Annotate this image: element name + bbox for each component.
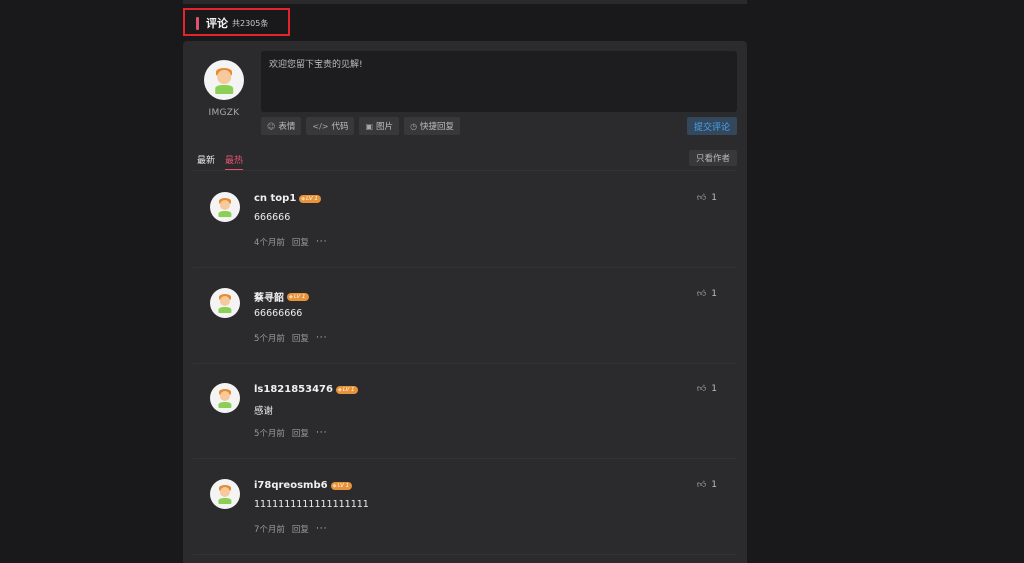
avatar[interactable] bbox=[210, 288, 240, 318]
more-icon[interactable]: ··· bbox=[316, 333, 328, 343]
image-icon: ▣ bbox=[365, 121, 374, 131]
emoji-label: 表情 bbox=[278, 122, 296, 132]
avatar[interactable] bbox=[210, 192, 240, 222]
like-button[interactable]: 👍︎ 1 bbox=[697, 193, 717, 203]
comment-input-placeholder: 欢迎您留下宝贵的见解! bbox=[269, 60, 363, 70]
image-label: 图片 bbox=[376, 122, 394, 132]
comment-item: 蔡寻韶 ◆ LV 1 66666666 5个月前 回复 ··· 👍︎ 1 bbox=[193, 267, 737, 362]
submit-comment-button[interactable]: 提交评论 bbox=[686, 117, 737, 135]
code-icon: </> bbox=[312, 121, 329, 131]
code-label: 代码 bbox=[331, 122, 349, 132]
like-count: 1 bbox=[711, 384, 717, 394]
tab-latest[interactable]: 最新 bbox=[197, 153, 215, 170]
thumbs-up-icon: 👍︎ bbox=[696, 480, 707, 490]
more-icon[interactable]: ··· bbox=[316, 428, 328, 438]
comment-time: 5个月前 bbox=[254, 334, 285, 344]
thumbs-up-icon: 👍︎ bbox=[696, 384, 707, 394]
gem-icon: ◆ bbox=[289, 293, 293, 300]
level-badge: ◆ LV 1 bbox=[335, 385, 358, 394]
like-button[interactable]: 👍︎ 1 bbox=[697, 289, 717, 299]
code-button[interactable]: </> 代码 bbox=[306, 117, 355, 135]
comment-input[interactable]: 欢迎您留下宝贵的见解! bbox=[261, 51, 737, 112]
reply-button[interactable]: 回复 bbox=[292, 236, 309, 248]
emoji-button[interactable]: ☺ 表情 bbox=[261, 117, 302, 135]
more-icon[interactable]: ··· bbox=[316, 237, 328, 247]
more-icon[interactable]: ··· bbox=[316, 524, 328, 534]
like-button[interactable]: 👍︎ 1 bbox=[697, 480, 717, 490]
avatar[interactable] bbox=[210, 479, 240, 509]
current-user-name: IMGZK bbox=[208, 108, 240, 118]
thumbs-up-icon: 👍︎ bbox=[696, 193, 707, 203]
sort-tabs: 最新 最热 bbox=[197, 153, 244, 170]
previous-section-edge bbox=[183, 0, 747, 4]
divider bbox=[193, 554, 737, 555]
image-button[interactable]: ▣ 图片 bbox=[359, 117, 400, 135]
level-badge: ◆ LV 1 bbox=[287, 292, 309, 301]
avatar[interactable] bbox=[210, 383, 240, 413]
author-only-button[interactable]: 只看作者 bbox=[688, 150, 737, 166]
comment-text: 666666 bbox=[254, 212, 291, 223]
comment-text: 1111111111111111111 bbox=[254, 499, 369, 510]
level-badge: ◆ LV 1 bbox=[299, 194, 321, 203]
current-user-avatar bbox=[204, 60, 244, 100]
comment-item: ls1821853476 ◆ LV 1 感谢 5个月前 回复 ··· 👍︎ 1 bbox=[193, 362, 737, 457]
gem-icon: ◆ bbox=[337, 386, 342, 393]
comment-item: i78qreosmb6 ◆ LV 1 1111111111111111111 7个… bbox=[193, 458, 737, 553]
comment-time: 7个月前 bbox=[254, 525, 285, 535]
composer-toolbar: ☺ 表情 </> 代码 ▣ 图片 ◷ 快捷回复 bbox=[261, 117, 461, 135]
comment-username[interactable]: 蔡寻韶 bbox=[254, 289, 284, 304]
comment-username[interactable]: i78qreosmb6 bbox=[254, 480, 328, 491]
clock-icon: ◷ bbox=[410, 121, 418, 131]
reply-button[interactable]: 回复 bbox=[292, 523, 309, 535]
like-button[interactable]: 👍︎ 1 bbox=[697, 384, 717, 394]
comments-panel: IMGZK 欢迎您留下宝贵的见解! ☺ 表情 </> 代码 ▣ 图片 ◷ 快捷回… bbox=[183, 41, 747, 563]
quick-reply-button[interactable]: ◷ 快捷回复 bbox=[404, 117, 461, 135]
thumbs-up-icon: 👍︎ bbox=[696, 289, 707, 299]
comment-username[interactable]: ls1821853476 bbox=[254, 384, 333, 395]
comment-time: 5个月前 bbox=[254, 429, 285, 439]
tab-hottest[interactable]: 最热 bbox=[225, 153, 244, 170]
like-count: 1 bbox=[711, 193, 717, 203]
highlight-box bbox=[183, 8, 290, 36]
comment-text: 66666666 bbox=[254, 308, 303, 319]
quick-reply-label: 快捷回复 bbox=[420, 122, 455, 132]
reply-button[interactable]: 回复 bbox=[292, 332, 309, 344]
reply-button[interactable]: 回复 bbox=[292, 427, 309, 439]
comment-text: 感谢 bbox=[254, 406, 274, 417]
level-badge: ◆ LV 1 bbox=[330, 481, 353, 490]
gem-icon: ◆ bbox=[332, 482, 337, 489]
comment-time: 4个月前 bbox=[254, 238, 285, 248]
comment-item: cn top1 ◆ LV 1 666666 4个月前 回复 ··· 👍︎ 1 bbox=[193, 171, 737, 266]
gem-icon: ◆ bbox=[301, 195, 306, 202]
like-count: 1 bbox=[711, 289, 717, 299]
emoji-icon: ☺ bbox=[267, 121, 276, 131]
comment-username[interactable]: cn top1 bbox=[254, 193, 296, 204]
like-count: 1 bbox=[711, 480, 717, 490]
